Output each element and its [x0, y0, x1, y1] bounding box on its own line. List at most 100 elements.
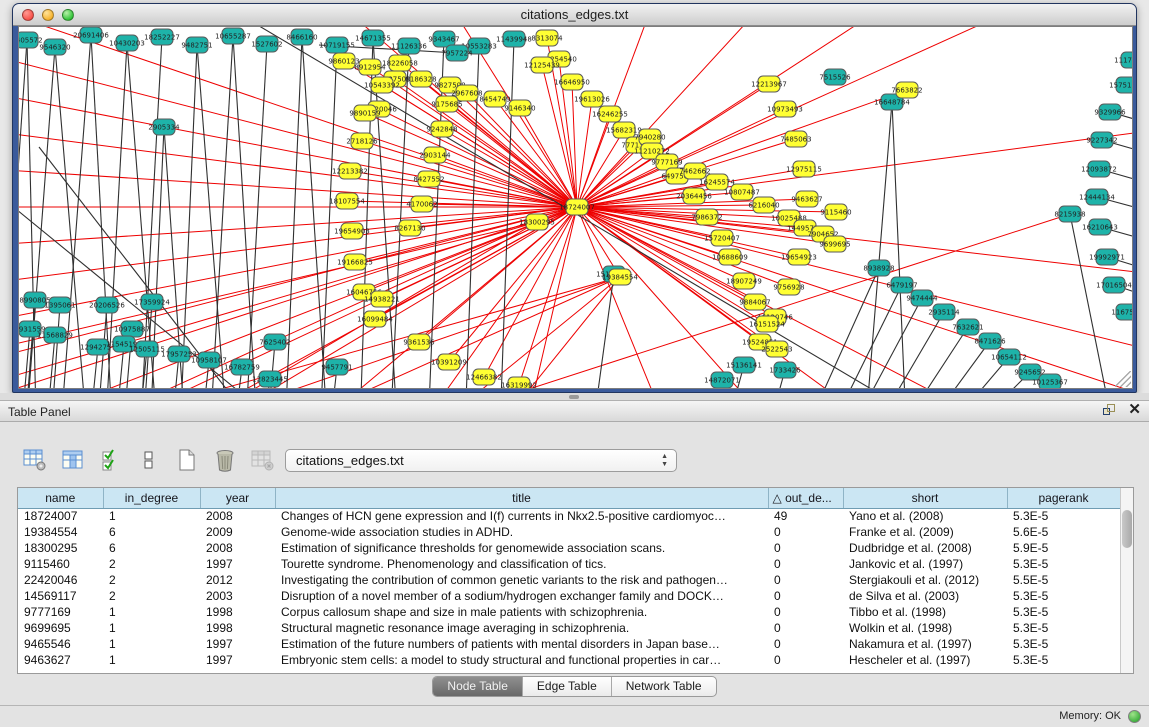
table-mode-button[interactable] — [22, 447, 48, 473]
network-node[interactable]: 1527602 — [251, 36, 282, 52]
select-columns-button[interactable] — [98, 447, 124, 473]
network-node[interactable]: 9457791 — [321, 359, 352, 375]
network-node[interactable]: 9329966 — [1094, 104, 1126, 120]
table-row[interactable]: 1872400712008Changes of HCN gene express… — [18, 508, 1120, 524]
network-node[interactable]: 16210643 — [1082, 219, 1118, 235]
network-node[interactable]: 7515526 — [819, 69, 851, 85]
network-node[interactable]: 8186328 — [405, 71, 436, 87]
network-node[interactable]: 1733426 — [769, 362, 801, 378]
network-node[interactable]: 9227342 — [1086, 132, 1117, 148]
network-edge[interactable] — [139, 37, 162, 389]
network-edge[interactable] — [794, 268, 879, 389]
network-edge[interactable] — [883, 327, 968, 389]
network-node[interactable]: 2935114 — [928, 304, 960, 320]
table-row[interactable]: 1938455462009Genome-wide association stu… — [18, 524, 1120, 540]
network-node[interactable]: 18226058 — [382, 55, 418, 71]
network-node[interactable]: 19654923 — [781, 249, 817, 265]
network-node[interactable]: 20206526 — [89, 297, 125, 313]
network-edge[interactable] — [244, 44, 267, 389]
network-node[interactable]: 15136141 — [726, 357, 762, 373]
column-header[interactable]: in_degree — [103, 488, 200, 508]
table-row[interactable]: 2242004622012Investigating the contribut… — [18, 572, 1120, 588]
network-node[interactable]: 9463627 — [791, 191, 822, 207]
network-node[interactable]: 8313074 — [531, 30, 563, 46]
network-edge[interactable] — [577, 99, 592, 207]
network-node[interactable]: 10655287 — [215, 28, 251, 44]
column-header[interactable]: name — [18, 488, 103, 508]
network-node[interactable]: 14872071 — [704, 372, 740, 388]
network-node[interactable]: 19992971 — [1089, 249, 1125, 265]
network-node[interactable]: 8427552 — [413, 171, 444, 187]
network-node[interactable]: 9115460 — [820, 204, 851, 220]
column-header[interactable]: pagerank — [1007, 488, 1120, 508]
network-node[interactable]: 20691406 — [73, 27, 109, 43]
network-edge[interactable] — [302, 37, 329, 389]
table-selector-dropdown[interactable]: citations_edges.txt ▲▼ — [285, 449, 677, 472]
network-edge[interactable] — [577, 27, 1019, 207]
network-node[interactable]: 15720407 — [704, 230, 740, 246]
network-node[interactable]: 15751874 — [1109, 77, 1133, 93]
network-node[interactable]: 10975887 — [114, 321, 150, 337]
delete-table-button[interactable] — [250, 447, 276, 473]
network-node[interactable]: 19654903 — [334, 223, 370, 239]
network-node[interactable]: 10430203 — [109, 35, 145, 51]
table-row[interactable]: 911546021997Tourette syndrome. Phenomeno… — [18, 556, 1120, 572]
table-row[interactable]: 946362711997Embryonic stem cells: a mode… — [18, 652, 1120, 668]
network-edge[interactable] — [837, 298, 922, 389]
tab-edge-table[interactable]: Edge Table — [523, 677, 612, 696]
network-node[interactable]: 12093872 — [1081, 161, 1117, 177]
network-node[interactable]: 8938928 — [863, 260, 894, 276]
network-node[interactable]: 20364456 — [676, 188, 712, 204]
network-edge[interactable] — [19, 167, 577, 207]
splitter-handle-icon[interactable] — [569, 395, 579, 399]
window-resize-grip[interactable] — [1115, 371, 1131, 387]
network-edge[interactable] — [1132, 60, 1133, 82]
network-edge[interactable] — [905, 341, 990, 389]
network-node[interactable]: 10391209 — [431, 354, 467, 370]
delete-column-button[interactable] — [212, 447, 238, 473]
network-node[interactable]: 9546320 — [39, 39, 70, 55]
column-header[interactable]: title — [275, 488, 768, 508]
network-node[interactable]: 7632621 — [952, 319, 983, 335]
network-edge[interactable] — [284, 37, 302, 389]
network-node[interactable]: 11170342 — [1114, 52, 1133, 68]
network-edge[interactable] — [577, 207, 1133, 389]
network-node[interactable]: 16246255 — [592, 106, 628, 122]
network-window-titlebar[interactable]: citations_edges.txt — [13, 4, 1136, 26]
table-row[interactable]: 1456911722003Disruption of a novel membe… — [18, 588, 1120, 604]
network-edge[interactable] — [197, 45, 229, 389]
network-node[interactable]: 9474444 — [906, 290, 938, 306]
network-node[interactable]: 8466160 — [286, 29, 317, 45]
scrollbar-thumb[interactable] — [1122, 510, 1132, 548]
close-panel-icon[interactable]: ✕ — [1128, 403, 1141, 417]
network-node[interactable]: 17359924 — [134, 294, 170, 310]
column-header[interactable]: short — [843, 488, 1007, 508]
network-node[interactable]: 11439948 — [496, 31, 532, 47]
network-edge[interactable] — [1070, 214, 1119, 389]
network-node[interactable]: 18252227 — [144, 29, 180, 45]
network-node[interactable]: 2905334 — [148, 119, 180, 135]
network-node[interactable]: 12823445 — [252, 371, 288, 387]
table-row[interactable]: 969969511998Structural magnetic resonanc… — [18, 620, 1120, 636]
network-node[interactable]: 19613026 — [574, 91, 610, 107]
network-node[interactable]: 17016504 — [1096, 277, 1132, 293]
network-node[interactable]: 9361536 — [403, 334, 435, 350]
network-view-canvas[interactable]: 2405572954632020691406104302031825222794… — [18, 26, 1133, 389]
network-edge[interactable] — [49, 305, 60, 389]
column-header[interactable]: year — [200, 488, 275, 508]
network-edge[interactable] — [179, 45, 197, 389]
network-edge[interactable] — [19, 27, 577, 207]
network-edge[interactable] — [864, 102, 892, 389]
network-node[interactable]: 16319992 — [501, 377, 537, 389]
tab-network-table[interactable]: Network Table — [612, 677, 716, 696]
create-column-button[interactable] — [174, 447, 200, 473]
network-node[interactable]: 4170062 — [406, 196, 437, 212]
panel-splitter[interactable] — [0, 393, 1149, 400]
network-node[interactable]: 10719155 — [319, 37, 355, 53]
network-node[interactable]: 8471626 — [974, 333, 1006, 349]
float-panel-icon[interactable] — [1102, 403, 1116, 417]
network-node[interactable]: 12466382 — [466, 369, 502, 385]
table-row[interactable]: 946554611997Estimation of the future num… — [18, 636, 1120, 652]
network-edge[interactable] — [577, 207, 1133, 357]
network-node[interactable]: 8215938 — [1054, 206, 1085, 222]
